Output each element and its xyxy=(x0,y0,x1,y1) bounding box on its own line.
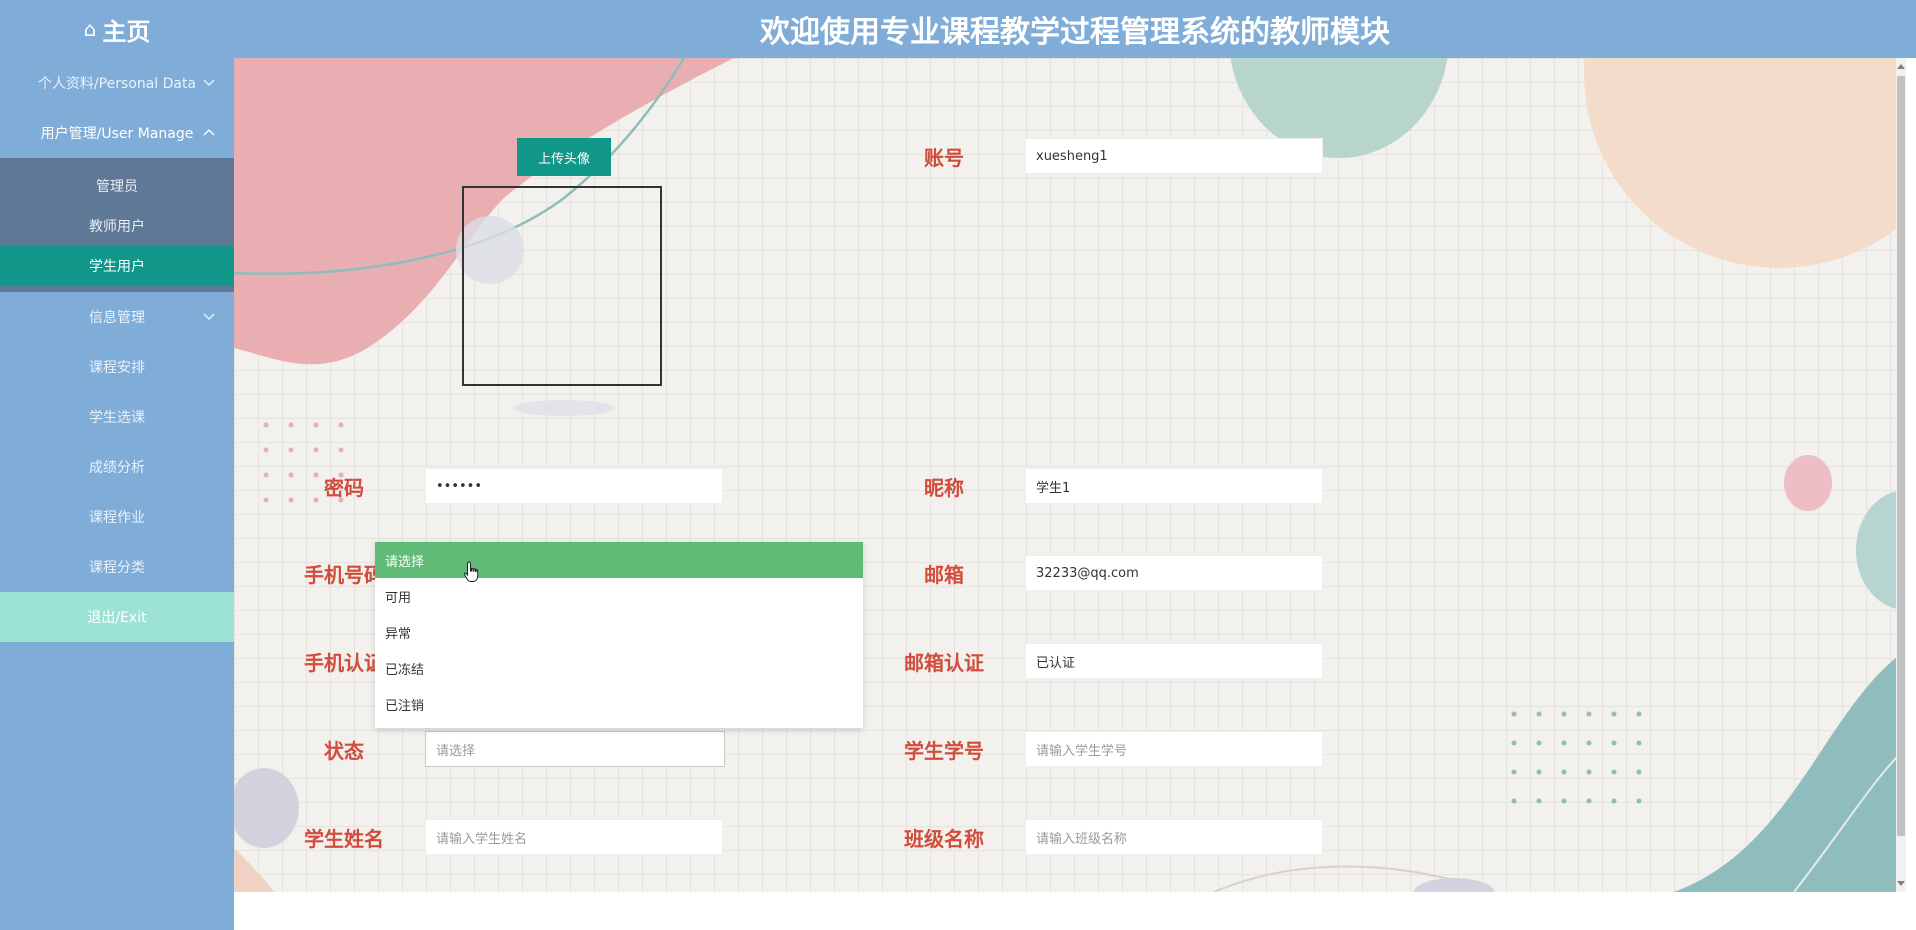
password-field[interactable]: •••••• xyxy=(425,468,723,504)
student-id-field[interactable]: 请输入学生学号 xyxy=(1025,731,1323,767)
sidebar-item-homework[interactable]: 课程作业 xyxy=(0,492,234,542)
status-select[interactable]: 请选择 xyxy=(425,731,725,767)
email-label: 邮箱 xyxy=(924,562,964,587)
sidebar-item-course-category[interactable]: 课程分类 xyxy=(0,542,234,592)
sidebar-item-label: 用户管理/User Manage xyxy=(40,126,194,142)
password-label: 密码 xyxy=(324,475,364,500)
upload-avatar-button[interactable]: 上传头像 xyxy=(517,138,611,176)
email-verify-label: 邮箱认证 xyxy=(904,650,984,675)
vertical-scrollbar[interactable] xyxy=(1896,58,1906,892)
chevron-up-icon xyxy=(203,129,215,136)
status-dropdown: 请选择 可用 异常 已冻结 已注销 xyxy=(375,542,863,728)
scrollbar-thumb[interactable] xyxy=(1897,76,1905,836)
scroll-down-icon[interactable] xyxy=(1897,881,1905,886)
account-field[interactable]: xuesheng1 xyxy=(1025,138,1323,174)
account-label: 账号 xyxy=(924,145,964,170)
scroll-up-icon[interactable] xyxy=(1897,64,1905,69)
class-name-field[interactable]: 请输入班级名称 xyxy=(1025,819,1323,855)
sidebar-item-label: 个人资料/Personal Data xyxy=(37,76,197,92)
sidebar-item-user-manage[interactable]: 用户管理/User Manage xyxy=(0,108,234,158)
status-option-available[interactable]: 可用 xyxy=(375,578,863,614)
top-header: ⌂ 主页 欢迎使用专业课程教学过程管理系统的教师模块 xyxy=(0,0,1916,58)
chevron-down-icon xyxy=(203,313,215,320)
email-field[interactable]: 32233@qq.com xyxy=(1025,555,1323,591)
status-option-abnormal[interactable]: 异常 xyxy=(375,614,863,650)
email-verify-field[interactable]: 已认证 xyxy=(1025,643,1323,679)
student-id-label: 学生学号 xyxy=(904,738,984,763)
nickname-label: 昵称 xyxy=(924,475,964,500)
status-option-frozen[interactable]: 已冻结 xyxy=(375,650,863,686)
sidebar-item-course-schedule[interactable]: 课程安排 xyxy=(0,342,234,392)
user-manage-submenu: 管理员 教师用户 学生用户 xyxy=(0,158,234,292)
status-option-cancelled[interactable]: 已注销 xyxy=(375,686,863,722)
sidebar-item-label: 信息管理 xyxy=(89,310,145,326)
home-label: 主页 xyxy=(102,17,151,46)
main-content: 上传头像 账号 xuesheng1 密码 •••••• 昵称 学生1 手机号码 … xyxy=(234,58,1906,892)
sidebar: 个人资料/Personal Data 用户管理/User Manage 管理员 … xyxy=(0,58,234,930)
student-name-field[interactable]: 请输入学生姓名 xyxy=(425,819,723,855)
page-title: 欢迎使用专业课程教学过程管理系统的教师模块 xyxy=(760,15,1390,50)
page-footer xyxy=(234,892,1916,930)
home-link[interactable]: ⌂ 主页 xyxy=(0,0,234,58)
class-name-label: 班级名称 xyxy=(904,826,984,851)
sidebar-item-personal-data[interactable]: 个人资料/Personal Data xyxy=(0,58,234,108)
submenu-item-teacher-users[interactable]: 教师用户 xyxy=(0,206,234,246)
status-option-select[interactable]: 请选择 xyxy=(375,542,863,578)
sidebar-item-course-selection[interactable]: 学生选课 xyxy=(0,392,234,442)
status-label: 状态 xyxy=(324,738,364,763)
sidebar-item-info-manage[interactable]: 信息管理 xyxy=(0,292,234,342)
nickname-field[interactable]: 学生1 xyxy=(1025,468,1323,504)
hand-cursor-icon xyxy=(463,561,479,582)
submenu-item-admin[interactable]: 管理员 xyxy=(0,166,234,206)
chevron-down-icon xyxy=(203,79,215,86)
avatar-preview xyxy=(462,186,662,386)
home-icon: ⌂ xyxy=(83,17,97,41)
sidebar-item-grade-analysis[interactable]: 成绩分析 xyxy=(0,442,234,492)
submenu-item-student-users[interactable]: 学生用户 xyxy=(0,246,234,286)
sidebar-item-exit[interactable]: 退出/Exit xyxy=(0,592,234,642)
student-name-label: 学生姓名 xyxy=(304,826,384,851)
